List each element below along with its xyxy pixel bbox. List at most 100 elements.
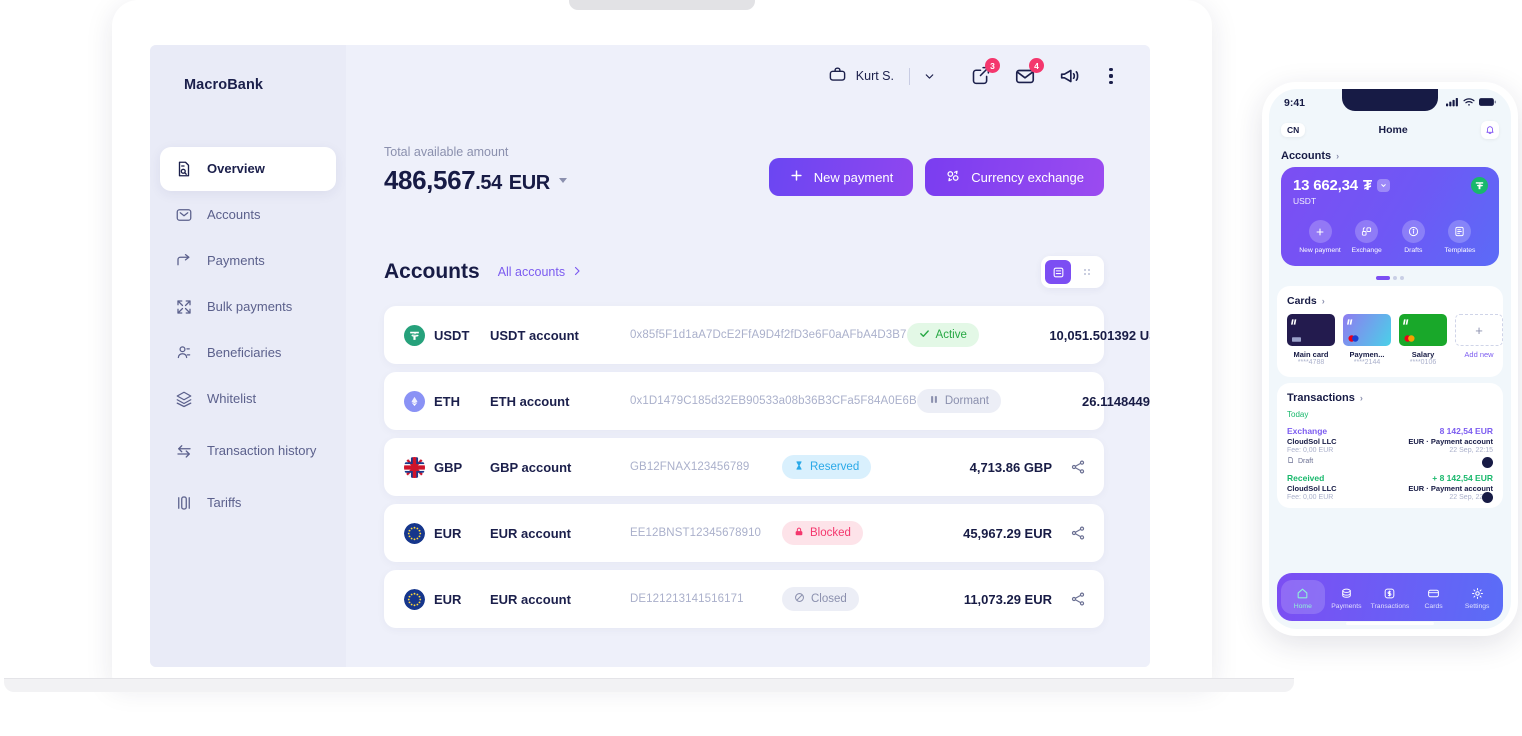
action-label: New payment	[1299, 247, 1341, 254]
account-address: DE121213141516171	[630, 593, 744, 605]
all-accounts-link[interactable]: All accounts	[498, 265, 583, 280]
mobile-new-payment-button[interactable]: New payment	[1297, 220, 1343, 254]
sidebar-item-whitelist[interactable]: Whitelist	[160, 377, 336, 421]
eth-icon	[404, 390, 425, 412]
currency-dropdown-caret-icon[interactable]	[558, 178, 567, 183]
avatar	[1482, 492, 1493, 503]
ban-icon	[794, 592, 805, 606]
chevron-right-icon: ›	[1359, 393, 1363, 403]
list-view-icon[interactable]	[1045, 260, 1071, 284]
new-payment-button[interactable]: New payment	[768, 158, 914, 196]
table-row[interactable]: EUR EUR account EE12BNST12345678910 Bloc…	[384, 504, 1104, 562]
card-item[interactable]: Paymen... ****2144	[1343, 314, 1391, 366]
transactions-section-header[interactable]: Transactions ›	[1287, 392, 1493, 404]
tab-payments[interactable]: Payments	[1325, 580, 1369, 614]
sidebar-item-label: Overview	[207, 161, 265, 177]
cards-section-header[interactable]: Cards ›	[1287, 295, 1493, 307]
mobile-accounts-header[interactable]: Accounts ›	[1269, 143, 1511, 167]
mail-badge: 4	[1029, 58, 1044, 73]
cards-list: Main card ****4788 Paymen... ****2144 Sa…	[1287, 314, 1503, 366]
tab-settings[interactable]: Settings	[1455, 580, 1499, 614]
card-number: ****4788	[1297, 359, 1325, 366]
card-amount: 13 662,34	[1293, 177, 1358, 194]
card-amount-row: 13 662,34 ₮	[1293, 177, 1487, 194]
list-item[interactable]: Exchange 8 142,54 EUR CloudSol LLC EUR ·…	[1287, 422, 1493, 469]
table-row[interactable]: USDT USDT account 0x85f5F1d1aA7DcE2FfA9D…	[384, 306, 1150, 364]
megaphone-icon[interactable]	[1058, 65, 1080, 87]
sidebar-item-payments[interactable]: Payments	[160, 239, 336, 283]
screenshot-stage: MacroBank Overview Accounts Payments Bul…	[0, 0, 1522, 736]
table-row[interactable]: EUR EUR account DE121213141516171 Closed…	[384, 570, 1104, 628]
account-name: GBP account	[490, 459, 572, 475]
transaction-meta-row: Fee: 0,00 EUR 22 Sep, 22:15	[1287, 447, 1493, 454]
compose-icon[interactable]: 3	[970, 58, 1000, 87]
locale-switch[interactable]: CN	[1281, 123, 1306, 137]
main-content: Kurt S. 3 4 Total available amount 486,5…	[346, 45, 1150, 667]
sidebar-item-label: Accounts	[207, 207, 261, 223]
status-label: Reserved	[810, 461, 860, 473]
tab-home[interactable]: Home	[1281, 580, 1325, 614]
status-cell: Reserved	[782, 455, 910, 479]
sidebar-item-label: Whitelist	[207, 391, 257, 407]
sidebar: MacroBank Overview Accounts Payments Bul…	[150, 45, 346, 667]
account-balance: 10,051.501392 USDC	[1049, 327, 1150, 343]
mobile-drafts-button[interactable]: Drafts	[1390, 220, 1436, 254]
sidebar-item-tariffs[interactable]: Tariffs	[160, 481, 336, 525]
list-item[interactable]: Received + 8 142,54 EUR CloudSol LLC EUR…	[1287, 469, 1493, 504]
view-toggle	[1041, 256, 1104, 288]
avatar	[1482, 457, 1493, 468]
lock-icon	[794, 526, 804, 540]
account-code-label: EUR	[434, 591, 462, 607]
action-label: Templates	[1444, 247, 1476, 254]
tab-transactions[interactable]: Transactions	[1368, 580, 1412, 614]
add-card-button[interactable]: + Add new	[1455, 314, 1503, 366]
transaction-fee: Fee: 0,00 EUR	[1287, 494, 1334, 501]
transaction-fee: Fee: 0,00 EUR	[1287, 447, 1334, 454]
carousel-dots[interactable]	[1269, 276, 1511, 280]
sidebar-item-transaction-history[interactable]: Transaction history	[160, 423, 336, 479]
briefcase-icon	[828, 65, 847, 87]
grid-view-icon[interactable]	[1074, 260, 1100, 284]
bell-icon[interactable]	[1481, 121, 1499, 139]
account-balance-card[interactable]: 13 662,34 ₮ USDT New payment Exchange Dr…	[1281, 167, 1499, 266]
wifi-icon	[1463, 97, 1475, 110]
total-amount[interactable]: 486,567 .54 EUR	[384, 165, 567, 196]
sidebar-item-accounts[interactable]: Accounts	[160, 193, 336, 237]
tether-icon	[1471, 177, 1488, 194]
table-row[interactable]: ETH ETH account 0x1D1479C185d32EB90533a0…	[384, 372, 1150, 430]
user-menu[interactable]: Kurt S.	[828, 65, 936, 87]
sidebar-item-beneficiaries[interactable]: Beneficiaries	[160, 331, 336, 375]
mail-icon[interactable]: 4	[1014, 58, 1044, 87]
account-balance: 4,713.86 GBP	[969, 459, 1052, 475]
card-name: Main card	[1293, 350, 1329, 359]
status-label: Closed	[811, 593, 847, 605]
eur-flag-icon	[404, 588, 425, 610]
status-cell: Dormant	[916, 389, 1045, 413]
account-name: ETH account	[490, 393, 570, 409]
tab-cards[interactable]: Cards	[1412, 580, 1456, 614]
amount-decimal: .54	[475, 172, 502, 194]
currency-exchange-button[interactable]: Currency exchange	[925, 158, 1104, 196]
card-item[interactable]: Main card ****4788	[1287, 314, 1335, 366]
usdt-icon	[404, 324, 425, 346]
accounts-icon	[174, 205, 194, 225]
mobile-templates-button[interactable]: Templates	[1437, 220, 1483, 254]
share-icon[interactable]	[1052, 459, 1086, 475]
card-item[interactable]: Salary ****0106	[1399, 314, 1447, 366]
chevron-down-icon[interactable]	[1376, 179, 1390, 192]
mobile-exchange-button[interactable]: Exchange	[1344, 220, 1390, 254]
status-badge: Blocked	[782, 521, 863, 545]
sidebar-item-bulk-payments[interactable]: Bulk payments	[160, 285, 336, 329]
share-icon[interactable]	[1052, 591, 1086, 607]
kebab-menu-icon[interactable]	[1102, 68, 1120, 84]
card-number: ****2144	[1353, 359, 1381, 366]
status-cell: Active	[906, 323, 1035, 347]
card-icon	[1412, 585, 1456, 601]
account-card-carousel: 13 662,34 ₮ USDT New payment Exchange Dr…	[1269, 167, 1511, 271]
table-row[interactable]: GBP GBP account GB12FNAX123456789 Reserv…	[384, 438, 1104, 496]
chevron-down-icon[interactable]	[923, 70, 936, 83]
sidebar-item-overview[interactable]: Overview	[160, 147, 336, 191]
main-body: Total available amount 486,567 .54 EUR N…	[346, 107, 1150, 628]
share-icon[interactable]	[1052, 525, 1086, 541]
laptop-lid: MacroBank Overview Accounts Payments Bul…	[112, 0, 1212, 682]
